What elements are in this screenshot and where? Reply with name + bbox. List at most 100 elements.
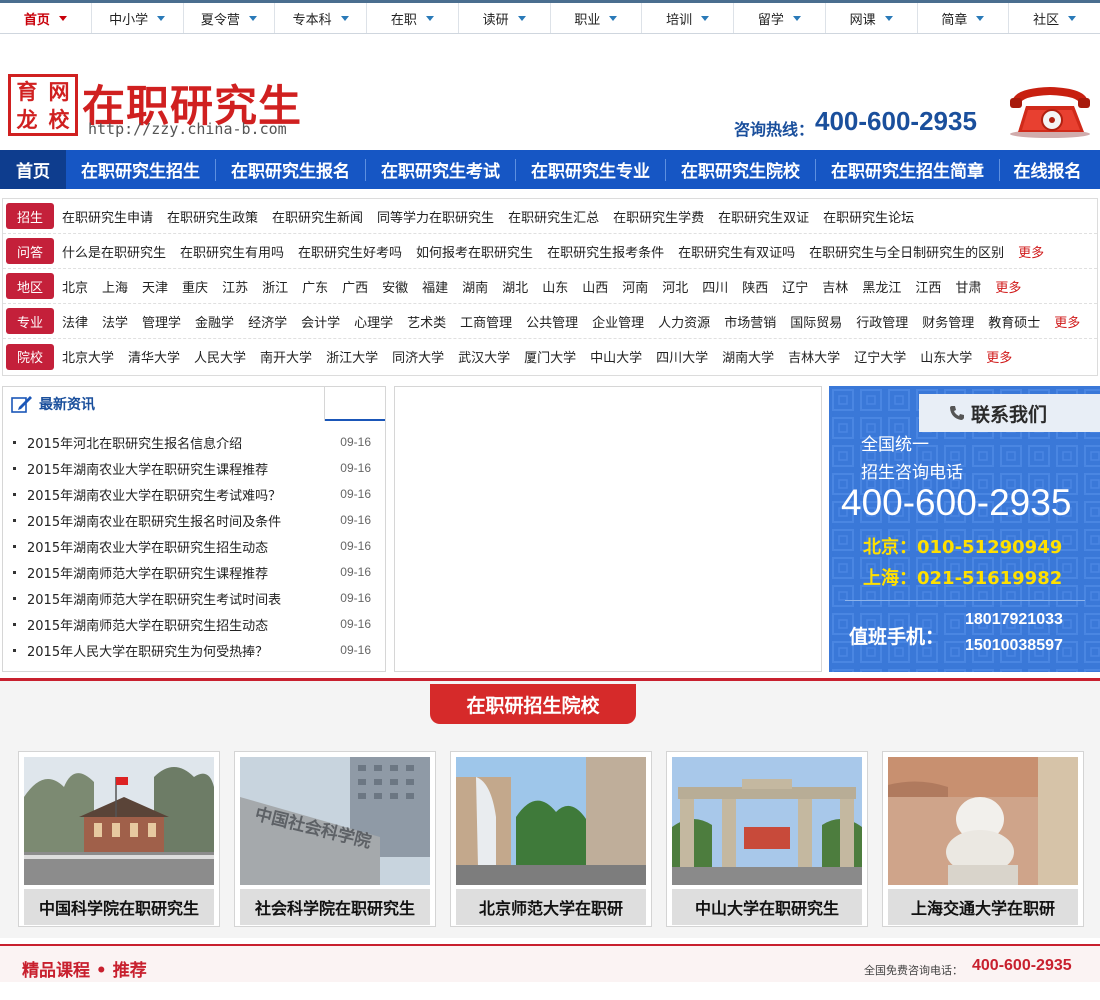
top-nav-item[interactable]: 留学	[734, 3, 826, 33]
news-item-title[interactable]: 2015年湖南农业大学在职研究生考试难吗？	[27, 485, 340, 504]
category-tag[interactable]: 专业	[6, 308, 54, 334]
category-link[interactable]: 行政管理	[856, 312, 908, 331]
main-nav-item[interactable]: 在线报名	[1000, 150, 1095, 189]
category-link[interactable]: 企业管理	[592, 312, 644, 331]
school-card[interactable]: 中山大学在职研究生	[666, 751, 868, 927]
category-link[interactable]: 上海	[102, 277, 128, 296]
news-tab[interactable]: 最新资讯	[3, 387, 325, 421]
category-link[interactable]: 在职研究生政策	[167, 207, 258, 226]
category-link[interactable]: 公共管理	[526, 312, 578, 331]
school-card[interactable]: 中国社会科学院 社会科学院在职研究生	[234, 751, 436, 927]
category-link[interactable]: 湖南	[462, 277, 488, 296]
more-link[interactable]: 更多	[986, 347, 1012, 366]
news-item[interactable]: 2015年湖南师范大学在职研究生课程推荐 09-16	[3, 559, 385, 585]
category-link[interactable]: 法律	[62, 312, 88, 331]
category-link[interactable]: 福建	[422, 277, 448, 296]
category-link[interactable]: 南开大学	[260, 347, 312, 366]
top-nav-item[interactable]: 读研	[459, 3, 551, 33]
category-link[interactable]: 武汉大学	[458, 347, 510, 366]
main-nav-item[interactable]: 首页	[0, 150, 66, 189]
category-link[interactable]: 人力资源	[658, 312, 710, 331]
category-link[interactable]: 浙江	[262, 277, 288, 296]
news-item-title[interactable]: 2015年湖南农业大学在职研究生招生动态	[27, 537, 340, 556]
school-card[interactable]: 上海交通大学在职研	[882, 751, 1084, 927]
news-item-title[interactable]: 2015年湖南师范大学在职研究生招生动态	[27, 615, 340, 634]
category-link[interactable]: 山东大学	[920, 347, 972, 366]
category-link[interactable]: 同等学力在职研究生	[377, 207, 494, 226]
category-link[interactable]: 会计学	[301, 312, 340, 331]
news-item[interactable]: 2015年湖南师范大学在职研究生考试时间表 09-16	[3, 585, 385, 611]
news-item[interactable]: 2015年河北在职研究生报名信息介绍 09-16	[3, 429, 385, 455]
category-link[interactable]: 国际贸易	[790, 312, 842, 331]
top-nav-item[interactable]: 在职	[367, 3, 459, 33]
category-link[interactable]: 四川大学	[656, 347, 708, 366]
category-link[interactable]: 同济大学	[392, 347, 444, 366]
news-item[interactable]: 2015年人民大学在职研究生为何受热捧？ 09-16	[3, 637, 385, 663]
top-nav-item[interactable]: 网课	[826, 3, 918, 33]
category-link[interactable]: 河北	[662, 277, 688, 296]
category-link[interactable]: 天津	[142, 277, 168, 296]
school-card[interactable]: 北京师范大学在职研	[450, 751, 652, 927]
news-item[interactable]: 2015年湖南师范大学在职研究生招生动态 09-16	[3, 611, 385, 637]
category-link[interactable]: 山东	[542, 277, 568, 296]
news-item[interactable]: 2015年湖南农业大学在职研究生招生动态 09-16	[3, 533, 385, 559]
category-link[interactable]: 吉林	[822, 277, 848, 296]
category-link[interactable]: 在职研究生好考吗	[298, 242, 402, 261]
category-link[interactable]: 在职研究生有用吗	[180, 242, 284, 261]
category-link[interactable]: 北京	[62, 277, 88, 296]
category-link[interactable]: 江西	[915, 277, 941, 296]
news-item[interactable]: 2015年湖南农业在职研究生报名时间及条件 09-16	[3, 507, 385, 533]
category-link[interactable]: 财务管理	[922, 312, 974, 331]
category-link[interactable]: 重庆	[182, 277, 208, 296]
more-link[interactable]: 更多	[1054, 312, 1080, 331]
category-link[interactable]: 管理学	[142, 312, 181, 331]
category-link[interactable]: 市场营销	[724, 312, 776, 331]
category-link[interactable]: 江苏	[222, 277, 248, 296]
news-item-title[interactable]: 2015年湖南师范大学在职研究生课程推荐	[27, 563, 340, 582]
category-link[interactable]: 什么是在职研究生	[62, 242, 166, 261]
news-item[interactable]: 2015年湖南农业大学在职研究生课程推荐 09-16	[3, 455, 385, 481]
top-nav-item[interactable]: 首页	[0, 3, 92, 33]
logo-icon[interactable]: 育 网 龙 校	[8, 74, 78, 136]
category-link[interactable]: 湖南大学	[722, 347, 774, 366]
category-link[interactable]: 河南	[622, 277, 648, 296]
category-link[interactable]: 厦门大学	[524, 347, 576, 366]
category-link[interactable]: 北京大学	[62, 347, 114, 366]
school-card[interactable]: 中国科学院在职研究生	[18, 751, 220, 927]
category-link[interactable]: 在职研究生申请	[62, 207, 153, 226]
top-nav-item[interactable]: 培训	[642, 3, 734, 33]
news-item-title[interactable]: 2015年河北在职研究生报名信息介绍	[27, 433, 340, 452]
category-link[interactable]: 在职研究生汇总	[508, 207, 599, 226]
news-item-title[interactable]: 2015年湖南农业在职研究生报名时间及条件	[27, 511, 340, 530]
course-recommend-title[interactable]: 精品课程 • 推荐	[22, 956, 147, 981]
category-link[interactable]: 中山大学	[590, 347, 642, 366]
category-link[interactable]: 艺术类	[407, 312, 446, 331]
category-link[interactable]: 浙江大学	[326, 347, 378, 366]
category-link[interactable]: 在职研究生新闻	[272, 207, 363, 226]
category-link[interactable]: 安徽	[382, 277, 408, 296]
top-nav-item[interactable]: 社区	[1009, 3, 1100, 33]
category-tag[interactable]: 问答	[6, 238, 54, 264]
category-tag[interactable]: 招生	[6, 203, 54, 229]
category-link[interactable]: 在职研究生与全日制研究生的区别	[809, 242, 1004, 261]
more-link[interactable]: 更多	[995, 277, 1021, 296]
category-link[interactable]: 在职研究生报考条件	[547, 242, 664, 261]
top-nav-item[interactable]: 夏令营	[184, 3, 276, 33]
category-link[interactable]: 金融学	[195, 312, 234, 331]
category-link[interactable]: 广东	[302, 277, 328, 296]
more-link[interactable]: 更多	[1018, 242, 1044, 261]
main-nav-item[interactable]: 在职研究生报名	[216, 150, 365, 189]
main-nav-item[interactable]: 在职研究生招生简章	[816, 150, 999, 189]
category-link[interactable]: 在职研究生学费	[613, 207, 704, 226]
category-link[interactable]: 法学	[102, 312, 128, 331]
category-link[interactable]: 心理学	[354, 312, 393, 331]
category-link[interactable]: 陕西	[742, 277, 768, 296]
contact-tab[interactable]: 联系我们	[919, 394, 1100, 432]
category-tag[interactable]: 地区	[6, 273, 54, 299]
category-link[interactable]: 辽宁	[782, 277, 808, 296]
category-link[interactable]: 在职研究生双证	[718, 207, 809, 226]
category-link[interactable]: 山西	[582, 277, 608, 296]
news-item[interactable]: 2015年湖南农业大学在职研究生考试难吗？ 09-16	[3, 481, 385, 507]
category-link[interactable]: 在职研究生论坛	[823, 207, 914, 226]
category-link[interactable]: 清华大学	[128, 347, 180, 366]
